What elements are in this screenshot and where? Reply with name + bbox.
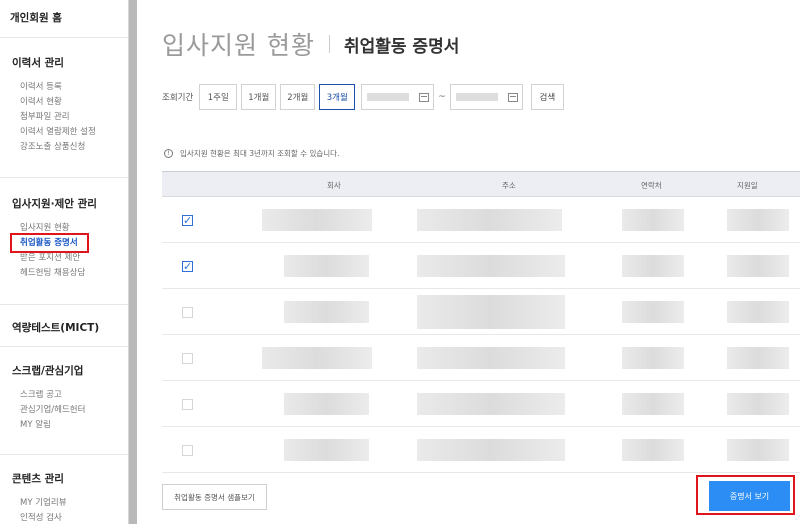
period-2month-button[interactable]: 2개월 — [280, 84, 316, 110]
date-cell-blurred — [727, 439, 789, 461]
company-cell-blurred — [284, 255, 369, 277]
sidebar: 개인회원 홈 이력서 관리 이력서 등록 이력서 현황 첨부파일 관리 이력서 … — [0, 0, 129, 524]
sidebar-section-scrap: 스크랩/관심기업 스크랩 공고 관심기업/헤드헌터 MY 알림 — [0, 347, 128, 455]
address-cell-blurred — [417, 295, 565, 329]
address-cell-blurred — [417, 393, 565, 415]
end-date-value — [455, 93, 498, 101]
title-divider — [328, 35, 330, 53]
column-contact: 연락처 — [641, 181, 662, 190]
sidebar-section-mict: 역량테스트(MICT) — [0, 305, 128, 347]
sidebar-item-favorite-companies[interactable]: 관심기업/헤드헌터 — [12, 403, 128, 418]
column-applied-date: 지원일 — [737, 181, 758, 190]
page-title: 입사지원 현황 — [162, 31, 315, 60]
address-cell-blurred — [417, 255, 565, 277]
period-1week-button[interactable]: 1주일 — [199, 84, 238, 110]
row-checkbox[interactable]: ✓ — [182, 261, 193, 272]
sidebar-heading[interactable]: 이력서 관리 — [12, 55, 128, 70]
info-icon: ! — [164, 149, 173, 158]
start-date-value — [367, 93, 410, 101]
sidebar-heading[interactable]: 역량테스트(MICT) — [12, 320, 128, 335]
table-row[interactable] — [162, 335, 800, 381]
row-checkbox[interactable] — [182, 445, 193, 456]
period-1month-button[interactable]: 1개월 — [241, 84, 277, 110]
sidebar-section-content: 콘텐츠 관리 MY 기업리뷰 인적성 검사 — [0, 455, 128, 524]
sidebar-item-received-offers[interactable]: 받은 포지션 제안 — [12, 251, 128, 266]
company-cell-blurred — [284, 393, 369, 415]
row-checkbox[interactable] — [182, 307, 193, 318]
contact-cell-blurred — [622, 255, 684, 277]
table-row[interactable] — [162, 381, 800, 427]
calendar-icon[interactable] — [507, 92, 518, 102]
table-header: 회사 주소 연락처 지원일 — [162, 171, 800, 197]
company-cell-blurred — [262, 209, 372, 231]
contact-cell-blurred — [622, 301, 684, 323]
search-button[interactable]: 검색 — [530, 84, 564, 110]
sidebar-item-company-review[interactable]: MY 기업리뷰 — [12, 496, 128, 511]
table-row[interactable] — [162, 289, 800, 335]
sidebar-item-attachments[interactable]: 첨부파일 관리 — [12, 110, 128, 125]
start-date-input[interactable] — [361, 84, 435, 110]
table-row[interactable]: ✓ — [162, 197, 800, 243]
applications-table: 회사 주소 연락처 지원일 ✓ ✓ — [162, 171, 800, 473]
table-row[interactable] — [162, 427, 800, 473]
date-range-separator: ~ — [438, 92, 446, 102]
column-address: 주소 — [502, 181, 516, 190]
row-checkbox[interactable] — [182, 399, 193, 410]
contact-cell-blurred — [622, 439, 684, 461]
notice-text: 입사지원 현황은 최대 3년까지 조회할 수 있습니다. — [180, 149, 340, 158]
end-date-input[interactable] — [449, 84, 523, 110]
sidebar-item-headhunting[interactable]: 헤드헌팅 채용상담 — [12, 266, 128, 281]
company-cell-blurred — [284, 301, 369, 323]
sidebar-item-highlight-product[interactable]: 강조노출 상품신청 — [12, 140, 128, 155]
address-cell-blurred — [417, 347, 565, 369]
date-cell-blurred — [727, 255, 789, 277]
certificate-sample-button[interactable]: 취업활동 증명서 샘플보기 — [162, 484, 267, 510]
highlight-box-nav — [10, 233, 89, 253]
date-cell-blurred — [727, 209, 789, 231]
sidebar-item-view-restriction[interactable]: 이력서 열람제한 설정 — [12, 125, 128, 140]
contact-cell-blurred — [622, 393, 684, 415]
page-subtitle: 취업활동 증명서 — [343, 36, 460, 57]
date-cell-blurred — [727, 347, 789, 369]
sidebar-home[interactable]: 개인회원 홈 — [0, 0, 128, 38]
address-cell-blurred — [417, 439, 565, 461]
contact-cell-blurred — [622, 209, 684, 231]
sidebar-item-scrap-jobs[interactable]: 스크랩 공고 — [12, 388, 128, 403]
sidebar-item-resume-status[interactable]: 이력서 현황 — [12, 95, 128, 110]
date-cell-blurred — [727, 393, 789, 415]
column-company: 회사 — [327, 181, 341, 190]
contact-cell-blurred — [622, 347, 684, 369]
sidebar-heading[interactable]: 콘텐츠 관리 — [12, 471, 128, 486]
sidebar-item-aptitude-test[interactable]: 인적성 검사 — [12, 511, 128, 524]
period-filter: 조회기간 1주일 1개월 2개월 3개월 ~ 검색 — [162, 84, 564, 110]
row-checkbox[interactable] — [182, 353, 193, 364]
notice: ! 입사지원 현황은 최대 3년까지 조회할 수 있습니다. — [164, 148, 339, 159]
date-cell-blurred — [727, 301, 789, 323]
sidebar-item-resume-register[interactable]: 이력서 등록 — [12, 80, 128, 95]
sidebar-item-my-alerts[interactable]: MY 알림 — [12, 418, 128, 433]
company-cell-blurred — [284, 439, 369, 461]
table-row[interactable]: ✓ — [162, 243, 800, 289]
calendar-icon[interactable] — [419, 92, 430, 102]
main-content: 입사지원 현황 취업활동 증명서 조회기간 1주일 1개월 2개월 3개월 ~ … — [137, 0, 800, 524]
sidebar-heading[interactable]: 입사지원·제안 관리 — [12, 196, 128, 211]
period-3month-button[interactable]: 3개월 — [319, 84, 356, 110]
period-label: 조회기간 — [162, 93, 194, 103]
address-cell-blurred — [417, 209, 562, 231]
company-cell-blurred — [262, 347, 372, 369]
sidebar-section-resume: 이력서 관리 이력서 등록 이력서 현황 첨부파일 관리 이력서 열람제한 설정… — [0, 38, 128, 178]
page-header: 입사지원 현황 취업활동 증명서 — [162, 26, 459, 62]
sidebar-heading[interactable]: 스크랩/관심기업 — [12, 363, 128, 378]
highlight-box-certificate — [696, 475, 795, 515]
row-checkbox[interactable]: ✓ — [182, 215, 193, 226]
